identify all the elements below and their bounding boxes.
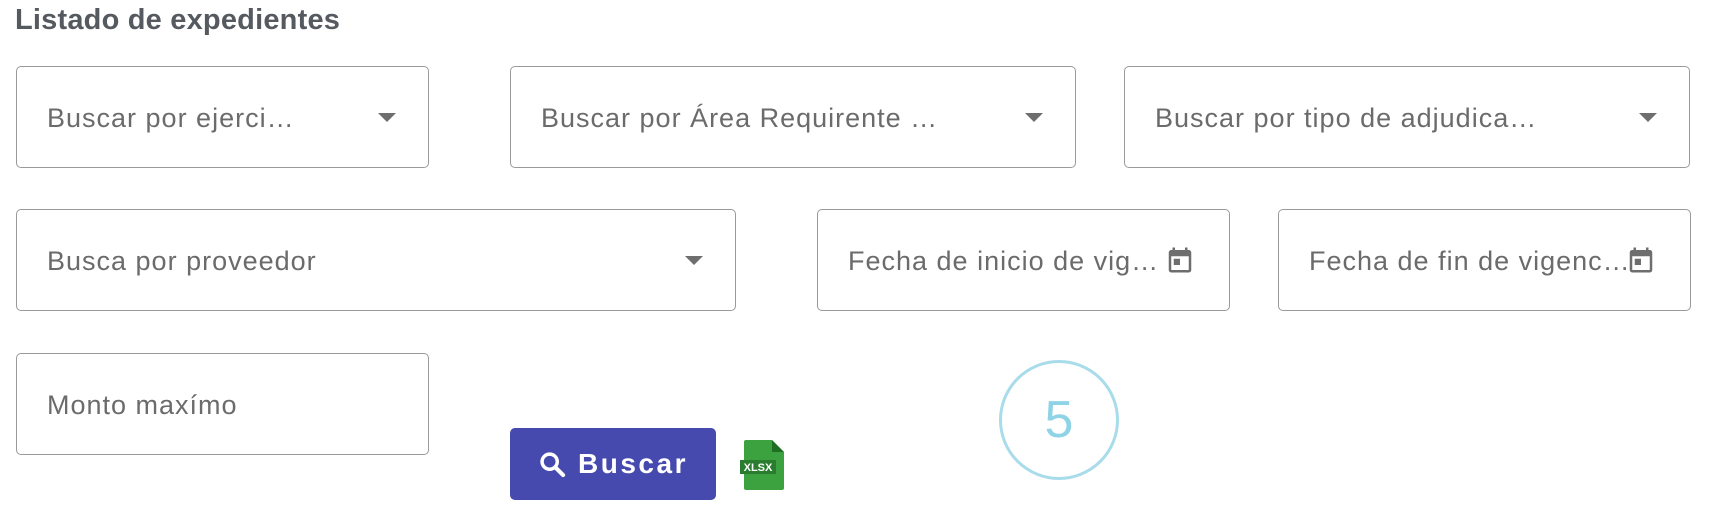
fecha-inicio-placeholder: Fecha de inicio de vig… [848,246,1160,276]
fecha-inicio-field[interactable]: Fecha de inicio de vig… [817,209,1230,311]
chevron-down-icon[interactable] [1639,113,1657,122]
monto-maximo-placeholder: Monto maxímo [47,390,238,420]
ejercicio-select[interactable]: Buscar por ejerci… [16,66,429,168]
chevron-down-icon[interactable] [685,256,703,265]
calendar-icon[interactable] [1626,244,1656,276]
area-requirente-select-placeholder: Buscar por Área Requirente … [541,103,939,133]
page-title: Listado de expedientes [15,4,341,36]
tipo-adjudicacion-select[interactable]: Buscar por tipo de adjudica… [1124,66,1690,168]
search-icon [540,452,566,478]
monto-maximo-input[interactable]: Monto maxímo [16,353,429,455]
search-button-label: Buscar [578,448,688,479]
ejercicio-select-placeholder: Buscar por ejerci… [47,103,295,133]
fecha-fin-placeholder: Fecha de fin de vigenc… [1309,246,1631,276]
tipo-adjudicacion-select-placeholder: Buscar por tipo de adjudica… [1155,103,1538,133]
xlsx-label: XLSX [744,462,773,474]
proveedor-select[interactable]: Busca por proveedor [16,209,736,311]
proveedor-select-placeholder: Busca por proveedor [47,246,317,276]
xlsx-file-icon[interactable]: XLSX [740,438,788,492]
area-requirente-select[interactable]: Buscar por Área Requirente … [510,66,1076,168]
chevron-down-icon[interactable] [378,113,396,122]
step-number-badge: 5 [999,360,1119,480]
chevron-down-icon[interactable] [1025,113,1043,122]
calendar-icon[interactable] [1165,244,1195,276]
fecha-fin-field[interactable]: Fecha de fin de vigenc… [1278,209,1691,311]
search-button[interactable]: Buscar [510,428,716,500]
